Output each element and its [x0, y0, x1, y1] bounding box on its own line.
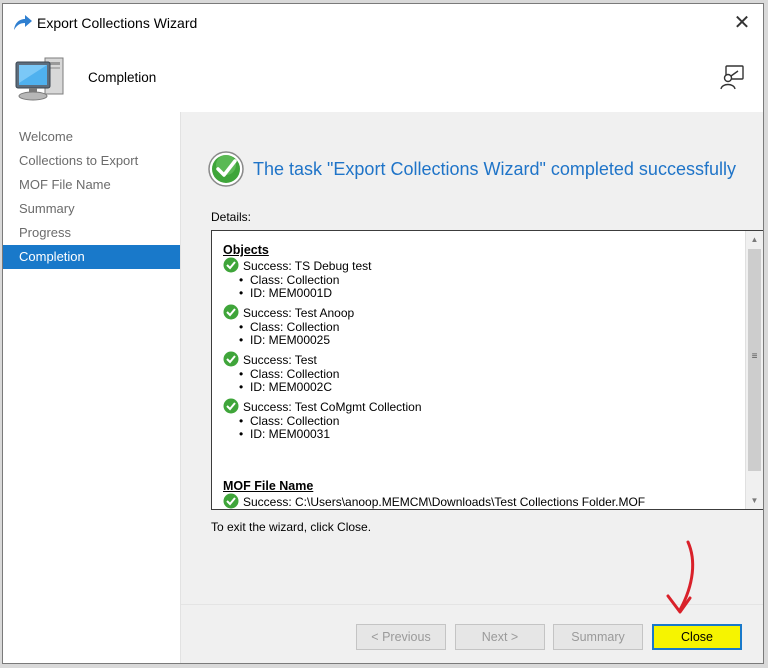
- completion-status-text: The task "Export Collections Wizard" com…: [253, 159, 736, 179]
- wizard-header: Completion: [3, 42, 763, 112]
- previous-button[interactable]: < Previous: [356, 624, 446, 650]
- page-title: Completion: [88, 70, 157, 85]
- success-check-icon: [223, 398, 239, 414]
- success-check-icon: [223, 351, 239, 367]
- list-item: Success: Test CoMgmt Collection • Class: …: [223, 398, 733, 441]
- object-name: Success: TS Debug test: [243, 259, 372, 273]
- exit-instructions: To exit the wizard, click Close.: [211, 520, 372, 534]
- object-name: Success: Test CoMgmt Collection: [243, 400, 422, 414]
- object-class: Class: Collection: [250, 273, 340, 287]
- object-id: ID: MEM0001D: [250, 286, 333, 300]
- sidebar-item-mof-file-name[interactable]: MOF File Name: [3, 173, 180, 197]
- window-title: Export Collections Wizard: [37, 15, 198, 31]
- objects-heading: Objects: [223, 243, 269, 257]
- success-check-icon: [223, 304, 239, 320]
- title-bar: Export Collections Wizard ✕: [3, 4, 763, 42]
- computer-icon: [15, 57, 64, 101]
- object-class: Class: Collection: [250, 367, 340, 381]
- object-id: ID: MEM00025: [250, 333, 331, 347]
- sidebar-item-collections-to-export[interactable]: Collections to Export: [3, 149, 180, 173]
- scroll-thumb[interactable]: ≡: [748, 249, 761, 471]
- grip-icon: ≡: [751, 351, 758, 362]
- list-item: Success: Test • Class: Collection • ID: ME…: [223, 351, 733, 394]
- close-icon[interactable]: ✕: [729, 10, 755, 36]
- mof-path: Success: C:\Users\anoop.MEMCM\Downloads\…: [243, 495, 646, 509]
- scroll-down-icon[interactable]: ▼: [746, 492, 763, 509]
- success-check-icon: [223, 493, 239, 509]
- details-label: Details:: [211, 210, 252, 224]
- red-arrow-annotation: [666, 540, 695, 614]
- object-name: Success: Test Anoop: [243, 306, 355, 320]
- object-name: Success: Test: [243, 353, 317, 367]
- close-button[interactable]: Close: [652, 624, 742, 650]
- mof-heading: MOF File Name: [223, 479, 314, 493]
- object-class: Class: Collection: [250, 320, 340, 334]
- success-check-icon: [208, 151, 244, 187]
- wizard-steps-sidebar: Welcome Collections to Export MOF File N…: [3, 112, 181, 663]
- scroll-up-icon[interactable]: ▲: [746, 231, 763, 248]
- object-id: ID: MEM0002C: [250, 380, 333, 394]
- wizard-window: Export Collections Wizard ✕ Completion W…: [2, 3, 764, 664]
- export-arrow-icon: [14, 15, 32, 30]
- details-scrollbar[interactable]: ▲ ≡ ▼: [745, 231, 763, 509]
- list-item: Success: Test Anoop • Class: Collection •…: [223, 304, 733, 347]
- details-panel: Objects Success: TS Debug test • Class: C…: [211, 230, 763, 510]
- list-item: Success: C:\Users\anoop.MEMCM\Downloads\…: [223, 493, 733, 509]
- help-person-icon[interactable]: [719, 64, 745, 90]
- main-content: The task "Export Collections Wizard" com…: [181, 112, 763, 604]
- sidebar-item-completion[interactable]: Completion: [3, 245, 180, 269]
- sidebar-item-summary[interactable]: Summary: [3, 197, 180, 221]
- sidebar-item-welcome[interactable]: Welcome: [3, 125, 180, 149]
- object-class: Class: Collection: [250, 414, 340, 428]
- sidebar-item-progress[interactable]: Progress: [3, 221, 180, 245]
- summary-button[interactable]: Summary: [553, 624, 643, 650]
- next-button[interactable]: Next >: [455, 624, 545, 650]
- object-id: ID: MEM00031: [250, 427, 331, 441]
- list-item: Success: TS Debug test • Class: Collectio…: [223, 257, 733, 300]
- success-check-icon: [223, 257, 239, 273]
